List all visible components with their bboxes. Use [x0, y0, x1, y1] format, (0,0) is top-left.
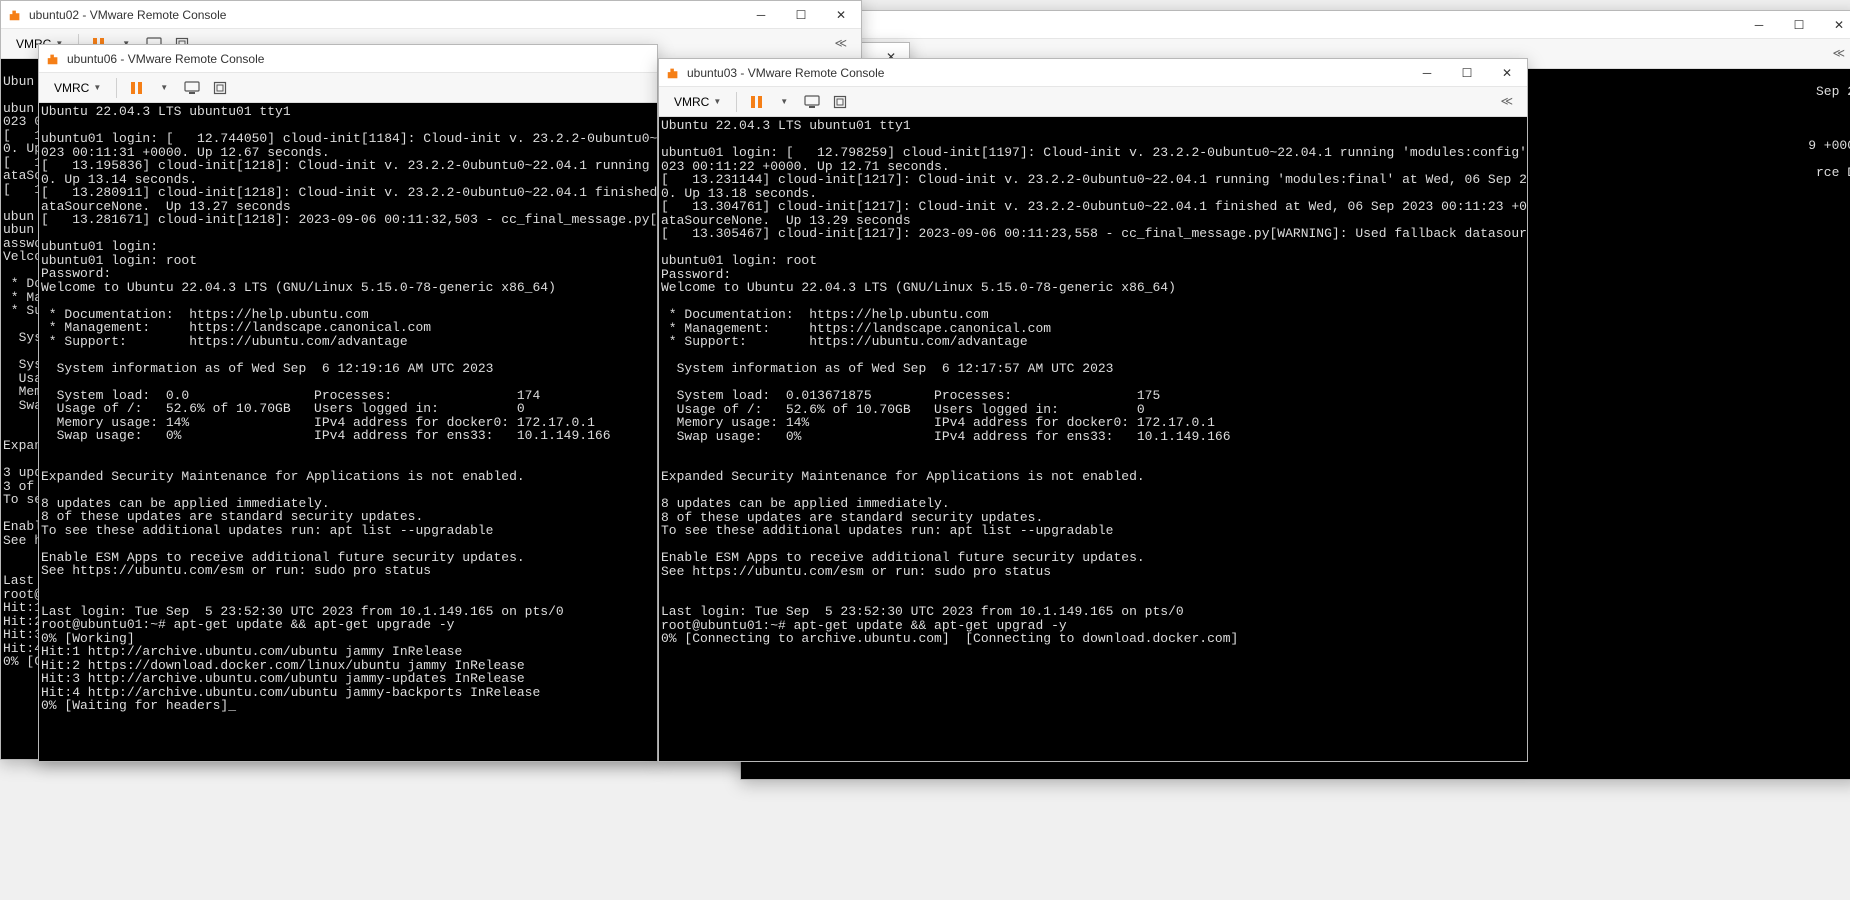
- window-title: ubuntu02 - VMware Remote Console: [29, 8, 741, 22]
- separator: [736, 92, 737, 112]
- maximize-button[interactable]: ☐: [1779, 11, 1819, 39]
- vmrc-menu-button[interactable]: VMRC ▼: [45, 77, 110, 99]
- separator: [116, 78, 117, 98]
- toolbar-ubuntu03: VMRC ▼ ▼ ≪: [659, 87, 1527, 117]
- terminal-ubuntu03[interactable]: Ubuntu 22.04.3 LTS ubuntu01 tty1 ubuntu0…: [659, 117, 1527, 761]
- power-dropdown-icon[interactable]: ▼: [771, 90, 797, 114]
- close-button[interactable]: ✕: [1819, 11, 1850, 39]
- close-button[interactable]: ✕: [821, 1, 861, 29]
- pause-button[interactable]: [123, 76, 149, 100]
- maximize-button[interactable]: ☐: [781, 1, 821, 29]
- maximize-button[interactable]: ☐: [1447, 59, 1487, 87]
- toolbar-ubuntu06: VMRC ▼ ▼: [39, 73, 657, 103]
- window-title: ubuntu03 - VMware Remote Console: [687, 66, 1407, 80]
- bg-title: onsole: [769, 18, 1739, 32]
- terminal-ubuntu06[interactable]: Ubuntu 22.04.3 LTS ubuntu01 tty1 ubuntu0…: [39, 103, 657, 761]
- send-cad-icon[interactable]: [799, 90, 825, 114]
- window-ubuntu06: ubuntu06 - VMware Remote Console VMRC ▼ …: [38, 44, 658, 762]
- overflow-icon[interactable]: ≪: [1492, 94, 1521, 109]
- overflow-icon[interactable]: ≪: [826, 36, 855, 51]
- vmrc-label: VMRC: [54, 81, 89, 95]
- bg-titlebar[interactable]: onsole ─ ☐ ✕: [741, 11, 1850, 39]
- minimize-button[interactable]: ─: [1739, 11, 1779, 39]
- window-ubuntu03: ubuntu03 - VMware Remote Console ─ ☐ ✕ V…: [658, 58, 1528, 762]
- chevron-down-icon: ▼: [93, 83, 101, 92]
- chevron-down-icon: ▼: [713, 97, 721, 106]
- vmware-icon: [45, 51, 61, 67]
- vmware-icon: [7, 7, 23, 23]
- titlebar-ubuntu06[interactable]: ubuntu06 - VMware Remote Console: [39, 45, 657, 73]
- window-title: ubuntu06 - VMware Remote Console: [67, 52, 657, 66]
- titlebar-ubuntu03[interactable]: ubuntu03 - VMware Remote Console ─ ☐ ✕: [659, 59, 1527, 87]
- minimize-button[interactable]: ─: [741, 1, 781, 29]
- vmrc-menu-button[interactable]: VMRC ▼: [665, 91, 730, 113]
- power-dropdown-icon[interactable]: ▼: [151, 76, 177, 100]
- fullscreen-icon[interactable]: [207, 76, 233, 100]
- close-button[interactable]: ✕: [1487, 59, 1527, 87]
- send-cad-icon[interactable]: [179, 76, 205, 100]
- overflow-icon[interactable]: ≪: [1824, 46, 1850, 61]
- fullscreen-icon[interactable]: [827, 90, 853, 114]
- pause-button[interactable]: [743, 90, 769, 114]
- vmware-icon: [665, 65, 681, 81]
- vmrc-label: VMRC: [674, 95, 709, 109]
- bg-date: Sep 2: [1816, 84, 1850, 99]
- titlebar-ubuntu02[interactable]: ubuntu02 - VMware Remote Console ─ ☐ ✕: [1, 1, 861, 29]
- minimize-button[interactable]: ─: [1407, 59, 1447, 87]
